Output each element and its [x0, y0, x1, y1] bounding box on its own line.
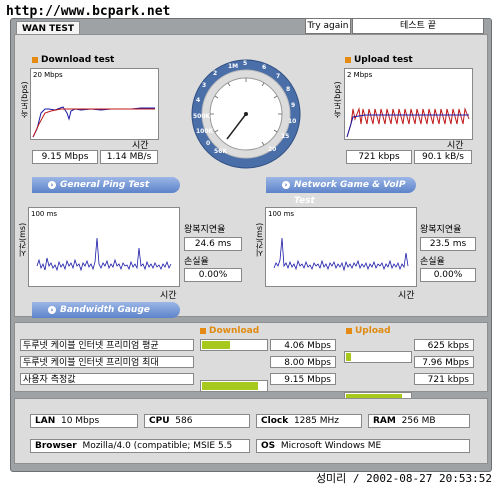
bandwidth-row-name: 두루넷 케이블 인터넷 프리미엄 최대 [20, 356, 194, 368]
download-title: Download test [32, 55, 114, 65]
gauge-label-56k: 56K [214, 148, 227, 155]
orange-square-icon [200, 327, 206, 334]
try-again-button[interactable]: Try again [305, 18, 351, 34]
lan-field: LAN 10 Mbps [30, 414, 138, 428]
gauge-label-6: 6 [262, 64, 267, 71]
gauge-label-0: 0 [206, 140, 211, 147]
cpu-field: CPU 586 [144, 414, 250, 428]
upload-header: Upload [346, 326, 391, 336]
bandwidth-row-name: 두루넷 케이블 인터넷 프리미엄 평균 [20, 339, 194, 351]
upload-bar [344, 351, 412, 363]
gauge-label-7: 7 [276, 73, 281, 80]
ping-loss-label: 손실율 [184, 257, 209, 267]
ping-rtt-label: 왕복지연율 [184, 225, 226, 235]
ping-rtt-value: 24.6 ms [184, 237, 242, 251]
orange-square-icon [346, 327, 352, 334]
ping-graph: 100 ms [28, 207, 180, 287]
gauge-label-9: 9 [291, 102, 296, 109]
upload-plot [346, 107, 470, 138]
game-plot [273, 237, 409, 272]
ping-ylabel: 시간(ms) [18, 222, 27, 258]
gauge-label-8: 8 [286, 86, 291, 93]
gauge-label-1m: 1M [228, 63, 239, 70]
download-value: 9.15 Mbps [270, 373, 336, 385]
upload-bar-fill [346, 353, 351, 361]
download-ylabel: 속도(bps) [20, 81, 29, 119]
gauge-label-500k: 500K [193, 113, 211, 120]
gauge-label-15: 15 [281, 133, 290, 140]
upload-value: 7.96 Mbps [414, 356, 474, 368]
game-rtt-label: 왕복지연율 [420, 225, 462, 235]
gauge-label-3: 3 [202, 82, 207, 89]
gauge-label-2: 2 [213, 70, 218, 77]
browser-field: Browser Mozilla/4.0 (compatible; MSIE 5.… [30, 439, 250, 453]
clock-field: Clock 1285 MHz [256, 414, 362, 428]
gauge-label-10: 10 [288, 118, 297, 125]
system-panel [14, 398, 488, 464]
arrow-icon: › [48, 306, 56, 314]
ping-loss-value: 0.00% [184, 268, 242, 282]
download-bar-fill [202, 382, 258, 390]
download-bps: 9.15 Mbps [32, 150, 98, 164]
ping-xlabel: 시간 [160, 291, 177, 301]
gauge-label-5: 5 [243, 60, 248, 67]
download-value: 8.00 Mbps [270, 356, 336, 368]
bandwidth-banner[interactable]: › Bandwidth Gauge [32, 302, 180, 318]
site-url: http://www.bcpark.net [6, 4, 171, 19]
game-rtt-value: 23.5 ms [420, 237, 476, 251]
upload-ylabel: 속도(bps) [333, 81, 342, 119]
download-bar [200, 339, 268, 351]
upload-bytes: 90.1 kB/s [414, 150, 472, 164]
download-header: Download [200, 326, 259, 336]
os-field: OS Microsoft Windows ME [256, 439, 470, 453]
game-xlabel: 시간 [398, 291, 415, 301]
ping-plot [36, 237, 172, 272]
download-value: 4.06 Mbps [270, 339, 336, 351]
upload-graph: 2 Mbps [344, 68, 473, 140]
gauge-label-20: 20 [268, 146, 277, 153]
download-plot [32, 106, 155, 138]
upload-bps: 721 kbps [346, 150, 412, 164]
ram-field: RAM 256 MB [368, 414, 470, 428]
game-graph: 100 ms [265, 207, 417, 287]
orange-square-icon [32, 56, 38, 63]
general-ping-banner[interactable]: › General Ping Test [32, 177, 180, 193]
bandwidth-row-name: 사용자 측정값 [20, 373, 194, 385]
arrow-icon: › [48, 181, 56, 189]
game-loss-value: 0.00% [420, 268, 476, 282]
gauge-label-100k: 100K [196, 128, 214, 135]
game-ylabel: 시간(ms) [255, 222, 264, 258]
game-voip-banner[interactable]: › Network Game & VoIP Test [266, 177, 416, 206]
game-loss-label: 손실율 [420, 257, 445, 267]
arrow-icon: › [282, 181, 290, 189]
download-bar [200, 380, 268, 392]
upload-value: 721 kbps [414, 373, 474, 385]
orange-square-icon [345, 56, 351, 63]
download-graph: 20 Mbps [30, 68, 159, 140]
gauge-label-4: 4 [196, 97, 201, 104]
upload-value: 625 kbps [414, 339, 474, 351]
download-bytes: 1.14 MB/s [100, 150, 158, 164]
upload-title: Upload test [345, 55, 413, 65]
footer-signature: 성미리 / 2002-08-27 20:53:52 [315, 472, 492, 485]
download-bar-fill [202, 341, 230, 349]
test-status: 테스트 끝 [352, 18, 484, 34]
